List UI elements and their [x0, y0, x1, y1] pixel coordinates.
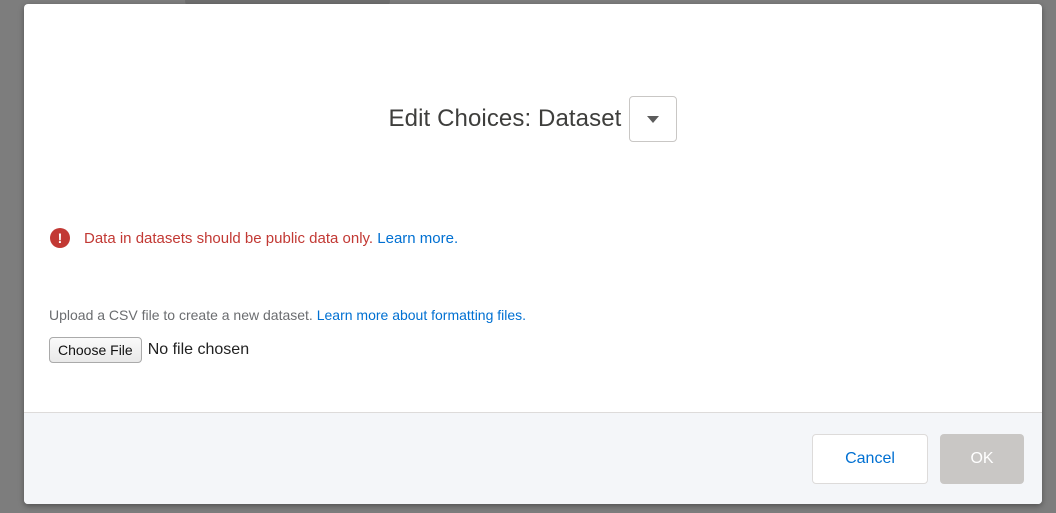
modal-title-row: Edit Choices: Dataset: [24, 96, 1042, 142]
file-input-row: Choose File No file chosen: [49, 337, 249, 363]
upload-help-text: Upload a CSV file to create a new datase…: [49, 307, 313, 323]
warning-text: Data in datasets should be public data o…: [84, 229, 374, 247]
exclamation-circle-icon: !: [50, 228, 70, 248]
public-data-warning: ! Data in datasets should be public data…: [50, 228, 458, 248]
caret-down-icon: [647, 115, 660, 123]
modal-title: Edit Choices: Dataset: [388, 105, 622, 132]
ok-button[interactable]: OK: [940, 434, 1024, 484]
upload-help: Upload a CSV file to create a new datase…: [49, 307, 526, 323]
modal-footer: Cancel OK: [24, 412, 1042, 504]
cancel-button[interactable]: Cancel: [812, 434, 928, 484]
modal-body: Edit Choices: Dataset ! Data in datasets…: [24, 4, 1042, 248]
file-status: No file chosen: [147, 341, 250, 358]
formatting-files-link[interactable]: Learn more about formatting files.: [317, 307, 526, 323]
choices-dropdown-button[interactable]: [629, 96, 678, 142]
choose-file-button[interactable]: Choose File: [49, 337, 142, 363]
learn-more-link[interactable]: Learn more.: [377, 230, 458, 247]
edit-choices-modal: Edit Choices: Dataset ! Data in datasets…: [24, 4, 1042, 504]
